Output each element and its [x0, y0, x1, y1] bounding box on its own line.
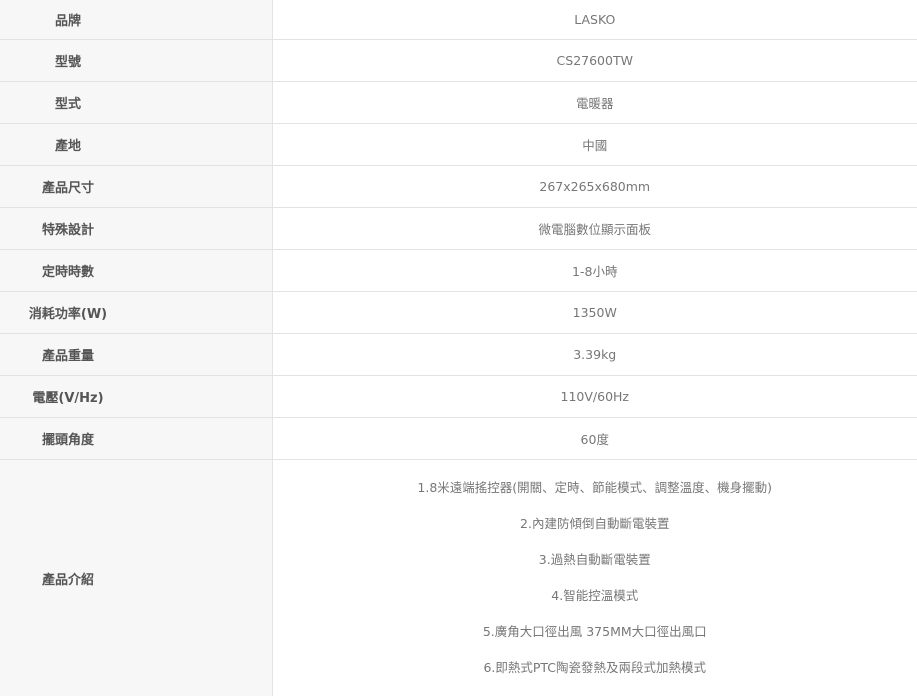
spec-value: 60度	[272, 417, 917, 460]
spec-label: 消耗功率(W)	[28, 307, 108, 322]
spec-label-cell: 消耗功率(W)	[0, 291, 273, 334]
spec-label: 電壓(V/Hz)	[32, 391, 104, 406]
spec-label-cell: 產品重量	[0, 333, 273, 376]
spec-label-cell: 電壓(V/Hz)	[0, 375, 273, 418]
spec-label-cell: 擺頭角度	[0, 417, 273, 460]
feature-item: 2.內建防傾倒自動斷電裝置	[520, 516, 670, 531]
spec-value: 3.39kg	[272, 333, 917, 376]
spec-label: 品牌	[54, 14, 81, 29]
spec-label: 產品介紹	[41, 572, 94, 588]
spec-row-model: 型號 CS27600TW	[0, 39, 917, 82]
spec-row-origin: 產地 中國	[0, 123, 917, 166]
feature-item: 5.廣角大口徑出風 375MM大口徑出風口	[482, 624, 707, 639]
spec-row-type: 型式 電暖器	[0, 81, 917, 124]
feature-item: 3.過熱自動斷電裝置	[538, 552, 651, 567]
spec-label-cell: 特殊設計	[0, 207, 273, 250]
spec-label-cell: 型式	[0, 81, 273, 124]
spec-label: 產品重量	[41, 349, 94, 364]
spec-value: 267x265x680mm	[272, 165, 917, 208]
spec-row-dimensions: 產品尺寸 267x265x680mm	[0, 165, 917, 208]
spec-row-special-design: 特殊設計 微電腦數位顯示面板	[0, 207, 917, 250]
feature-item: 1.8米遠端搖控器(開關、定時、節能模式、調整溫度、機身擺動)	[417, 480, 773, 495]
feature-list: 1.8米遠端搖控器(開關、定時、節能模式、調整溫度、機身擺動) 2.內建防傾倒自…	[273, 470, 917, 686]
spec-label: 型式	[54, 97, 81, 112]
spec-row-timer: 定時時數 1-8小時	[0, 249, 917, 292]
spec-value: 110V/60Hz	[272, 375, 917, 418]
spec-label: 產品尺寸	[41, 181, 94, 196]
spec-label: 定時時數	[41, 265, 94, 280]
spec-label: 型號	[54, 55, 81, 70]
spec-row-introduction: 產品介紹 1.8米遠端搖控器(開關、定時、節能模式、調整溫度、機身擺動) 2.內…	[0, 459, 917, 696]
spec-label-cell: 型號	[0, 39, 273, 82]
spec-value: 1-8小時	[272, 249, 917, 292]
spec-row-power: 消耗功率(W) 1350W	[0, 291, 917, 334]
spec-value: CS27600TW	[272, 39, 917, 82]
spec-value: LASKO	[272, 0, 917, 40]
intro-value-cell: 1.8米遠端搖控器(開關、定時、節能模式、調整溫度、機身擺動) 2.內建防傾倒自…	[272, 459, 917, 696]
spec-value: 電暖器	[272, 81, 917, 124]
spec-label-cell: 產品介紹	[0, 459, 273, 696]
spec-value: 1350W	[272, 291, 917, 334]
feature-item: 6.即熱式PTC陶瓷發熱及兩段式加熱模式	[483, 660, 707, 675]
spec-row-brand: 品牌 LASKO	[0, 0, 917, 40]
spec-label-cell: 產品尺寸	[0, 165, 273, 208]
spec-label: 產地	[54, 139, 81, 154]
spec-value: 微電腦數位顯示面板	[272, 207, 917, 250]
feature-item: 4.智能控溫模式	[551, 588, 639, 603]
spec-label-cell: 定時時數	[0, 249, 273, 292]
spec-table: 品牌 LASKO 型號 CS27600TW 型式 電暖器 產地 中國 產品尺寸 …	[0, 0, 917, 696]
spec-value: 中國	[272, 123, 917, 166]
spec-label: 特殊設計	[41, 223, 94, 238]
spec-label-cell: 產地	[0, 123, 273, 166]
spec-row-oscillation: 擺頭角度 60度	[0, 417, 917, 460]
spec-row-voltage: 電壓(V/Hz) 110V/60Hz	[0, 375, 917, 418]
spec-label: 擺頭角度	[41, 433, 94, 448]
spec-label-cell: 品牌	[0, 0, 273, 40]
spec-row-weight: 產品重量 3.39kg	[0, 333, 917, 376]
